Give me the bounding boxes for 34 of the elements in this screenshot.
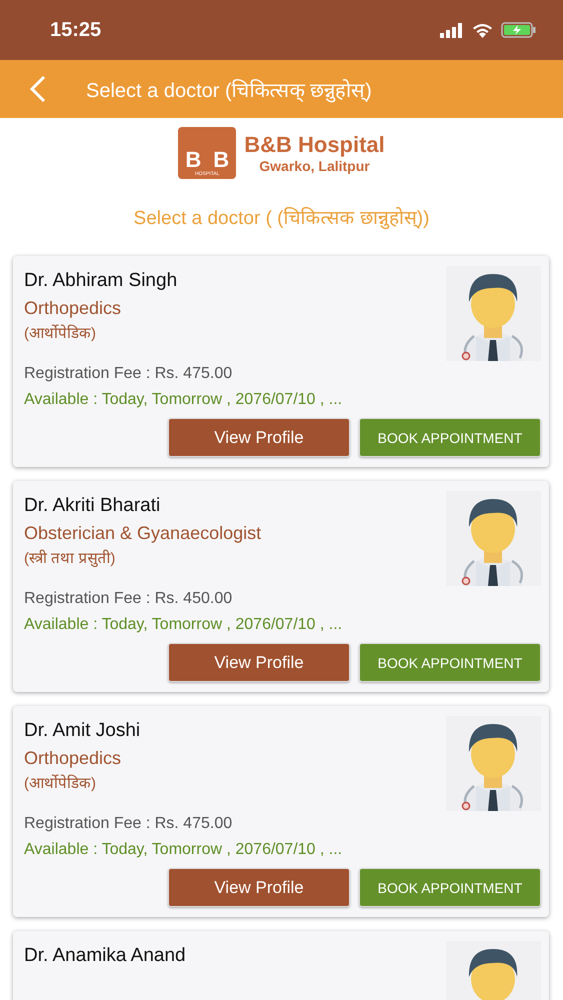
page-heading: Select a doctor ( (चिकित्सक छान्नुहोस्)): [132, 206, 430, 230]
availability: Available : Today, Tomorrow , 2076/07/10 , ...: [24, 841, 344, 859]
availability: Available : Today, Tomorrow , 2076/07/10 , ...: [24, 391, 344, 409]
doctor-specialty-local: (स्त्री तथा प्रसुती): [24, 548, 116, 567]
view-profile-button[interactable]: View Profile: [168, 868, 350, 907]
doctor-name: Dr. Akriti Bharati: [24, 495, 162, 517]
doctor-avatar-icon: [446, 491, 541, 586]
doctor-specialty-local: (आर्थोपेडिक): [24, 774, 97, 792]
book-appointment-button[interactable]: BOOK APPOINTMENT: [359, 868, 541, 907]
doctor-specialty: Obsterician & Gyanaecologist: [24, 523, 262, 544]
book-appointment-button[interactable]: BOOK APPOINTMENT: [359, 418, 541, 457]
doctor-name: Dr. Abhiram Singh: [24, 270, 178, 292]
doctor-specialty-local: (आर्थोपेडिक): [24, 324, 97, 342]
hospital-name: B&B Hospital: [244, 132, 385, 158]
availability: Available : Today, Tomorrow , 2076/07/10 , ...: [24, 616, 344, 634]
back-icon[interactable]: [28, 74, 48, 104]
registration-fee: Registration Fee : Rs. 475.00: [24, 815, 234, 833]
signal-icon: [440, 22, 464, 38]
book-appointment-button[interactable]: BOOK APPOINTMENT: [359, 643, 541, 682]
view-profile-button[interactable]: View Profile: [168, 418, 350, 457]
doctor-avatar-icon: [446, 266, 541, 361]
doctor-name: Dr. Anamika Anand: [24, 945, 186, 967]
doctor-name: Dr. Amit Joshi: [24, 720, 140, 742]
wifi-icon: [472, 22, 493, 38]
doctor-avatar-icon: [446, 716, 541, 811]
battery-icon: [501, 22, 537, 38]
screen-title: Select a doctor (चिकित्सक् छन्नुहोस्): [86, 78, 372, 102]
status-time: 15:25: [50, 18, 102, 42]
hospital-location: Gwarko, Lalitpur: [258, 158, 371, 174]
registration-fee: Registration Fee : Rs. 450.00: [24, 590, 234, 608]
doctor-specialty: Orthopedics: [24, 748, 122, 769]
registration-fee: Registration Fee : Rs. 475.00: [24, 365, 234, 383]
view-profile-button[interactable]: View Profile: [168, 643, 350, 682]
doctor-specialty: Orthopedics: [24, 298, 122, 319]
